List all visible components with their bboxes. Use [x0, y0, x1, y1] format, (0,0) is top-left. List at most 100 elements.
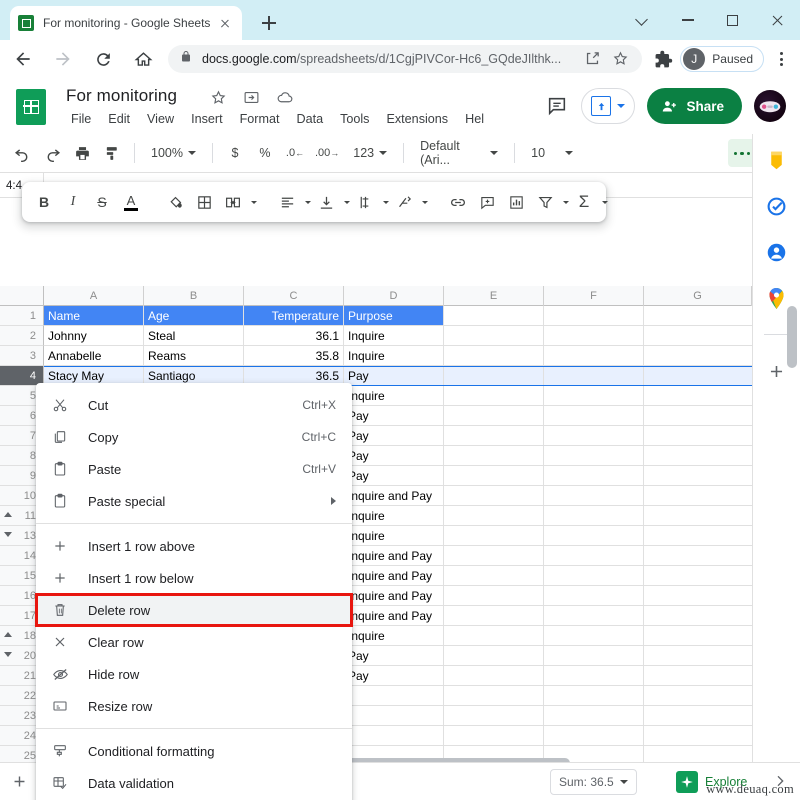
- group-toggle-icon[interactable]: [4, 632, 12, 637]
- share-button[interactable]: Share: [647, 88, 742, 124]
- user-avatar[interactable]: [754, 90, 786, 122]
- column-header-f[interactable]: F: [544, 286, 644, 306]
- grid-cell[interactable]: [544, 706, 644, 725]
- grid-cell[interactable]: [444, 326, 544, 345]
- grid-cell[interactable]: [444, 666, 544, 685]
- grid-cell[interactable]: [544, 626, 644, 645]
- borders-icon[interactable]: [190, 188, 218, 216]
- grid-cell[interactable]: [444, 306, 544, 325]
- grid-cell[interactable]: [444, 626, 544, 645]
- puzzle-piece-icon[interactable]: [650, 46, 676, 72]
- grid-cell[interactable]: 35.8: [244, 346, 344, 365]
- grid-cell[interactable]: [644, 506, 752, 525]
- grid-cell[interactable]: [544, 466, 644, 485]
- menu-view[interactable]: View: [140, 110, 181, 128]
- text-wrap-icon[interactable]: [351, 188, 379, 216]
- chevron-down-icon[interactable]: [305, 200, 311, 204]
- grid-cell[interactable]: [444, 486, 544, 505]
- grid-cell[interactable]: [444, 346, 544, 365]
- grid-cell[interactable]: [644, 626, 752, 645]
- font-selector[interactable]: Default (Ari...: [412, 139, 506, 167]
- increase-decimal-button[interactable]: .00 →: [311, 139, 343, 167]
- group-toggle-icon[interactable]: [4, 652, 12, 657]
- group-toggle-icon[interactable]: [4, 532, 12, 537]
- grid-cell[interactable]: [544, 306, 644, 325]
- grid-cell[interactable]: Pay: [344, 426, 444, 445]
- functions-icon[interactable]: Σ: [570, 188, 598, 216]
- grid-cell[interactable]: [444, 706, 544, 725]
- address-bar[interactable]: docs.google.com/spreadsheets/d/1CgjPIVCo…: [168, 45, 643, 73]
- menu-item-hide-row[interactable]: Hide row: [36, 658, 352, 690]
- text-color-button[interactable]: A: [117, 188, 145, 216]
- grid-cell[interactable]: Pay: [344, 646, 444, 665]
- grid-cell[interactable]: [444, 367, 544, 385]
- menu-insert[interactable]: Insert: [184, 110, 230, 128]
- chevron-down-icon[interactable]: [563, 200, 569, 204]
- grid-cell[interactable]: [644, 606, 752, 625]
- minimize-icon[interactable]: [665, 0, 710, 40]
- grid-cell[interactable]: [444, 646, 544, 665]
- grid-cell[interactable]: [644, 566, 752, 585]
- table-row[interactable]: Name Age Temperature Purpose: [44, 306, 752, 326]
- vertical-scroll-thumb[interactable]: [787, 306, 797, 368]
- forward-arrow-icon[interactable]: [46, 42, 80, 76]
- grid-cell[interactable]: Reams: [144, 346, 244, 365]
- grid-cell[interactable]: Pay: [344, 466, 444, 485]
- menu-file[interactable]: File: [64, 110, 98, 128]
- insert-comment-icon[interactable]: [473, 188, 501, 216]
- chevron-down-icon[interactable]: [636, 13, 648, 25]
- group-toggle-icon[interactable]: [4, 512, 12, 517]
- grid-cell[interactable]: [644, 346, 752, 365]
- grid-cell[interactable]: [644, 466, 752, 485]
- column-header-b[interactable]: B: [144, 286, 244, 306]
- new-tab-button[interactable]: [256, 10, 282, 36]
- home-icon[interactable]: [126, 42, 160, 76]
- grid-cell[interactable]: Inquire: [344, 506, 444, 525]
- grid-cell[interactable]: [544, 486, 644, 505]
- grid-cell[interactable]: [344, 686, 444, 705]
- kebab-menu-icon[interactable]: [768, 46, 794, 72]
- grid-cell[interactable]: [644, 326, 752, 345]
- menu-item-copy[interactable]: Copy Ctrl+C: [36, 421, 352, 453]
- row-header[interactable]: 2: [0, 326, 44, 346]
- grid-cell[interactable]: [544, 326, 644, 345]
- grid-cell[interactable]: [644, 386, 752, 405]
- move-to-folder-icon[interactable]: [243, 89, 260, 106]
- close-icon[interactable]: [755, 0, 800, 40]
- chevron-down-icon[interactable]: [383, 200, 389, 204]
- grid-cell[interactable]: [544, 606, 644, 625]
- back-arrow-icon[interactable]: [6, 42, 40, 76]
- grid-cell[interactable]: Inquire and Pay: [344, 486, 444, 505]
- merge-cells-icon[interactable]: [219, 188, 247, 216]
- grid-cell[interactable]: [544, 346, 644, 365]
- grid-cell[interactable]: Inquire: [344, 386, 444, 405]
- grid-cell[interactable]: Inquire and Pay: [344, 566, 444, 585]
- grid-cell[interactable]: [444, 586, 544, 605]
- grid-cell[interactable]: Age: [144, 306, 244, 325]
- browser-tab[interactable]: For monitoring - Google Sheets: [10, 6, 242, 40]
- reload-icon[interactable]: [86, 42, 120, 76]
- horizontal-align-icon[interactable]: [273, 188, 301, 216]
- table-row[interactable]: Johnny Steal 36.1 Inquire: [44, 326, 752, 346]
- menu-item-insert-1-row-above[interactable]: Insert 1 row above: [36, 530, 352, 562]
- menu-item-resize-row[interactable]: Resize row: [36, 690, 352, 722]
- insert-link-icon[interactable]: [444, 188, 472, 216]
- bold-button[interactable]: B: [30, 188, 58, 216]
- grid-cell[interactable]: Pay: [344, 446, 444, 465]
- currency-format-button[interactable]: $: [221, 139, 249, 167]
- undo-icon[interactable]: [8, 139, 36, 167]
- grid-cell[interactable]: [644, 426, 752, 445]
- grid-cell[interactable]: Annabelle: [44, 346, 144, 365]
- grid-cell[interactable]: [644, 406, 752, 425]
- grid-cell[interactable]: Inquire: [344, 346, 444, 365]
- grid-cell[interactable]: Pay: [344, 666, 444, 685]
- grid-cell[interactable]: Temperature: [244, 306, 344, 325]
- menu-item-paste-special[interactable]: Paste special: [36, 485, 352, 517]
- grid-cell[interactable]: Johnny: [44, 326, 144, 345]
- chevron-down-icon[interactable]: [344, 200, 350, 204]
- add-on-icon[interactable]: [765, 359, 789, 383]
- paint-format-icon[interactable]: [98, 139, 126, 167]
- grid-cell[interactable]: [544, 666, 644, 685]
- italic-button[interactable]: I: [59, 188, 87, 216]
- grid-cell[interactable]: [544, 367, 644, 385]
